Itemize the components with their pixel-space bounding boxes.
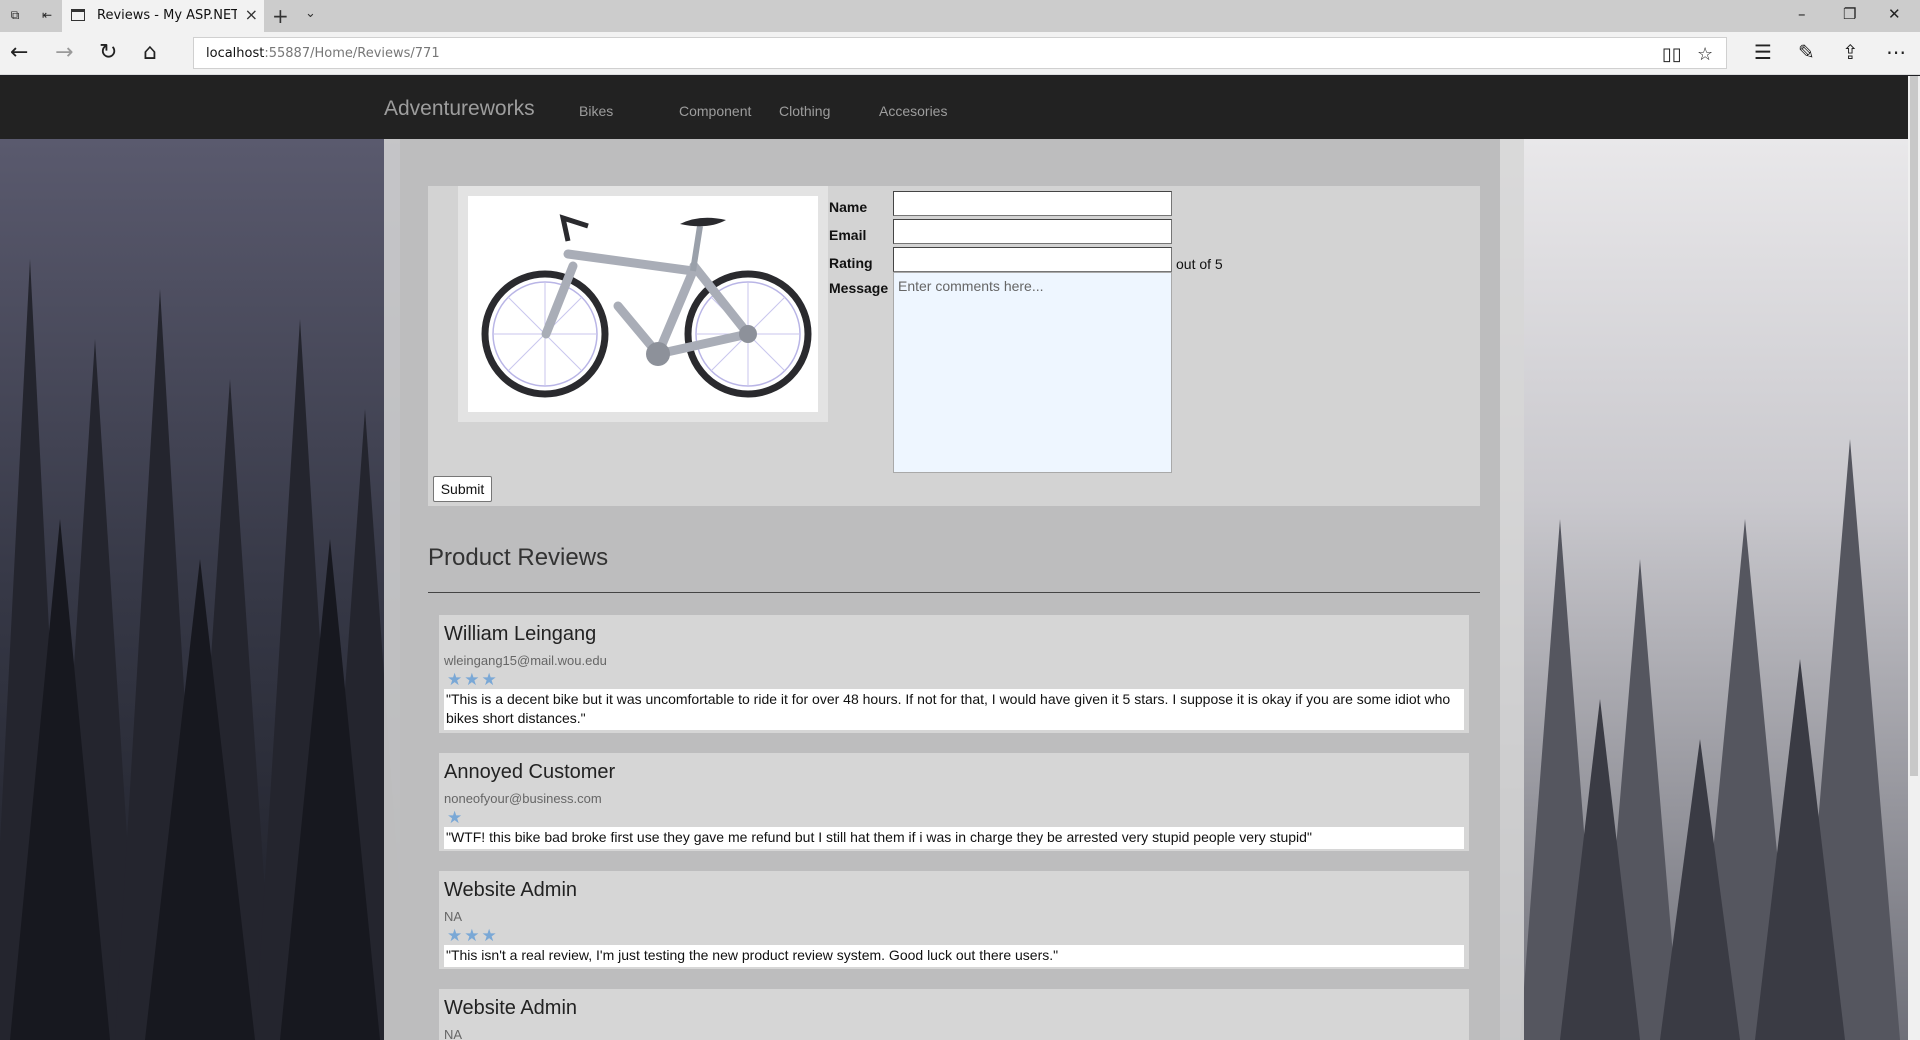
refresh-icon[interactable]: ↻ xyxy=(99,41,117,65)
reviewer-email: wleingang15@mail.wou.edu xyxy=(444,653,607,668)
forward-icon[interactable]: → xyxy=(55,41,73,65)
minimize-icon[interactable]: – xyxy=(1798,5,1806,23)
nav-link-accesories[interactable]: Accesories xyxy=(879,103,947,119)
review-message: "WTF! this bike bad broke first use they… xyxy=(444,827,1464,849)
review-card: Website Admin NA ★★★ "This isn't a real … xyxy=(439,871,1469,969)
rating-stars: ★★★ xyxy=(447,670,499,690)
site-brand-link[interactable]: Adventureworks xyxy=(384,97,535,121)
review-card: William Leingang wleingang15@mail.wou.ed… xyxy=(439,615,1469,733)
browser-toolbar: ← → ↻ ⌂ localhost:55887/Home/Reviews/771… xyxy=(0,32,1920,75)
nav-link-bikes[interactable]: Bikes xyxy=(579,103,613,119)
browser-tab-active[interactable]: Reviews - My ASP.NET A × xyxy=(62,0,264,32)
product-reviews-heading: Product Reviews xyxy=(428,544,609,571)
reviewer-name: William Leingang xyxy=(444,623,597,645)
reviewer-name: Website Admin xyxy=(444,997,578,1019)
review-form: Name Email Rating out of 5 Message Submi… xyxy=(428,186,1480,506)
product-image xyxy=(468,196,818,412)
reading-view-icon[interactable]: ▯▯ xyxy=(1662,44,1682,65)
url-text: localhost:55887/Home/Reviews/771 xyxy=(206,46,440,61)
home-icon[interactable]: ⌂ xyxy=(143,41,157,65)
page-scrollbar[interactable] xyxy=(1908,76,1920,1040)
message-label: Message xyxy=(829,280,889,296)
url-path: :55887/Home/Reviews/771 xyxy=(264,46,440,61)
review-card: Annoyed Customer noneofyour@business.com… xyxy=(439,753,1469,851)
browser-tab-strip: ⧉ ⇤ Reviews - My ASP.NET A × + ⌄ – ❐ ✕ xyxy=(0,0,1920,32)
web-note-icon[interactable]: ✎ xyxy=(1798,41,1815,63)
nav-link-clothing[interactable]: Clothing xyxy=(779,103,830,119)
new-tab-icon[interactable]: + xyxy=(272,4,289,28)
review-message: "This is a decent bike but it was uncomf… xyxy=(444,689,1464,730)
name-input[interactable] xyxy=(893,191,1172,216)
review-message: "This isn't a real review, I'm just test… xyxy=(444,945,1464,967)
close-window-icon[interactable]: ✕ xyxy=(1888,5,1901,23)
message-textarea[interactable] xyxy=(893,272,1172,473)
set-aside-tabs-icon[interactable]: ⇤ xyxy=(40,8,54,22)
reviewer-name: Annoyed Customer xyxy=(444,761,616,783)
rating-label: Rating xyxy=(829,255,873,271)
favorite-star-icon[interactable]: ☆ xyxy=(1697,44,1713,65)
divider xyxy=(428,592,1480,593)
submit-button[interactable]: Submit xyxy=(433,476,492,502)
reviewer-name: Website Admin xyxy=(444,879,578,901)
nav-link-component[interactable]: Component xyxy=(679,103,751,119)
chevron-down-icon[interactable]: ⌄ xyxy=(305,6,316,21)
url-host: localhost xyxy=(206,46,265,61)
scrollbar-thumb[interactable] xyxy=(1910,76,1918,776)
page-icon xyxy=(71,9,85,21)
email-input[interactable] xyxy=(893,219,1172,244)
review-card: Website Admin NA xyxy=(439,989,1469,1040)
rating-stars: ★★★ xyxy=(447,926,499,946)
name-label: Name xyxy=(829,199,868,215)
tab-title: Reviews - My ASP.NET A xyxy=(97,8,237,23)
product-image-frame xyxy=(458,186,828,422)
rating-suffix: out of 5 xyxy=(1176,256,1223,272)
email-label: Email xyxy=(829,227,867,243)
share-icon[interactable]: ⇪ xyxy=(1842,41,1859,63)
address-bar[interactable]: localhost:55887/Home/Reviews/771 ▯▯ ☆ xyxy=(193,37,1727,69)
site-navbar: Adventureworks Bikes Component Clothing … xyxy=(0,76,1908,139)
close-tab-icon[interactable]: × xyxy=(245,5,258,24)
restore-icon[interactable]: ❐ xyxy=(1843,5,1856,23)
main-content: Name Email Rating out of 5 Message Submi… xyxy=(384,139,1524,1040)
page-viewport: Adventureworks Bikes Component Clothing … xyxy=(0,76,1908,1040)
rating-input[interactable] xyxy=(893,247,1172,272)
tab-overview-icon[interactable]: ⧉ xyxy=(8,8,22,22)
reviewer-email: NA xyxy=(444,909,463,924)
more-icon[interactable]: ⋯ xyxy=(1886,41,1906,63)
favorites-hub-icon[interactable]: ☰ xyxy=(1754,41,1772,63)
reviewer-email: NA xyxy=(444,1027,463,1040)
rating-stars: ★ xyxy=(447,808,465,828)
back-icon[interactable]: ← xyxy=(10,41,28,65)
reviewer-email: noneofyour@business.com xyxy=(444,791,602,806)
